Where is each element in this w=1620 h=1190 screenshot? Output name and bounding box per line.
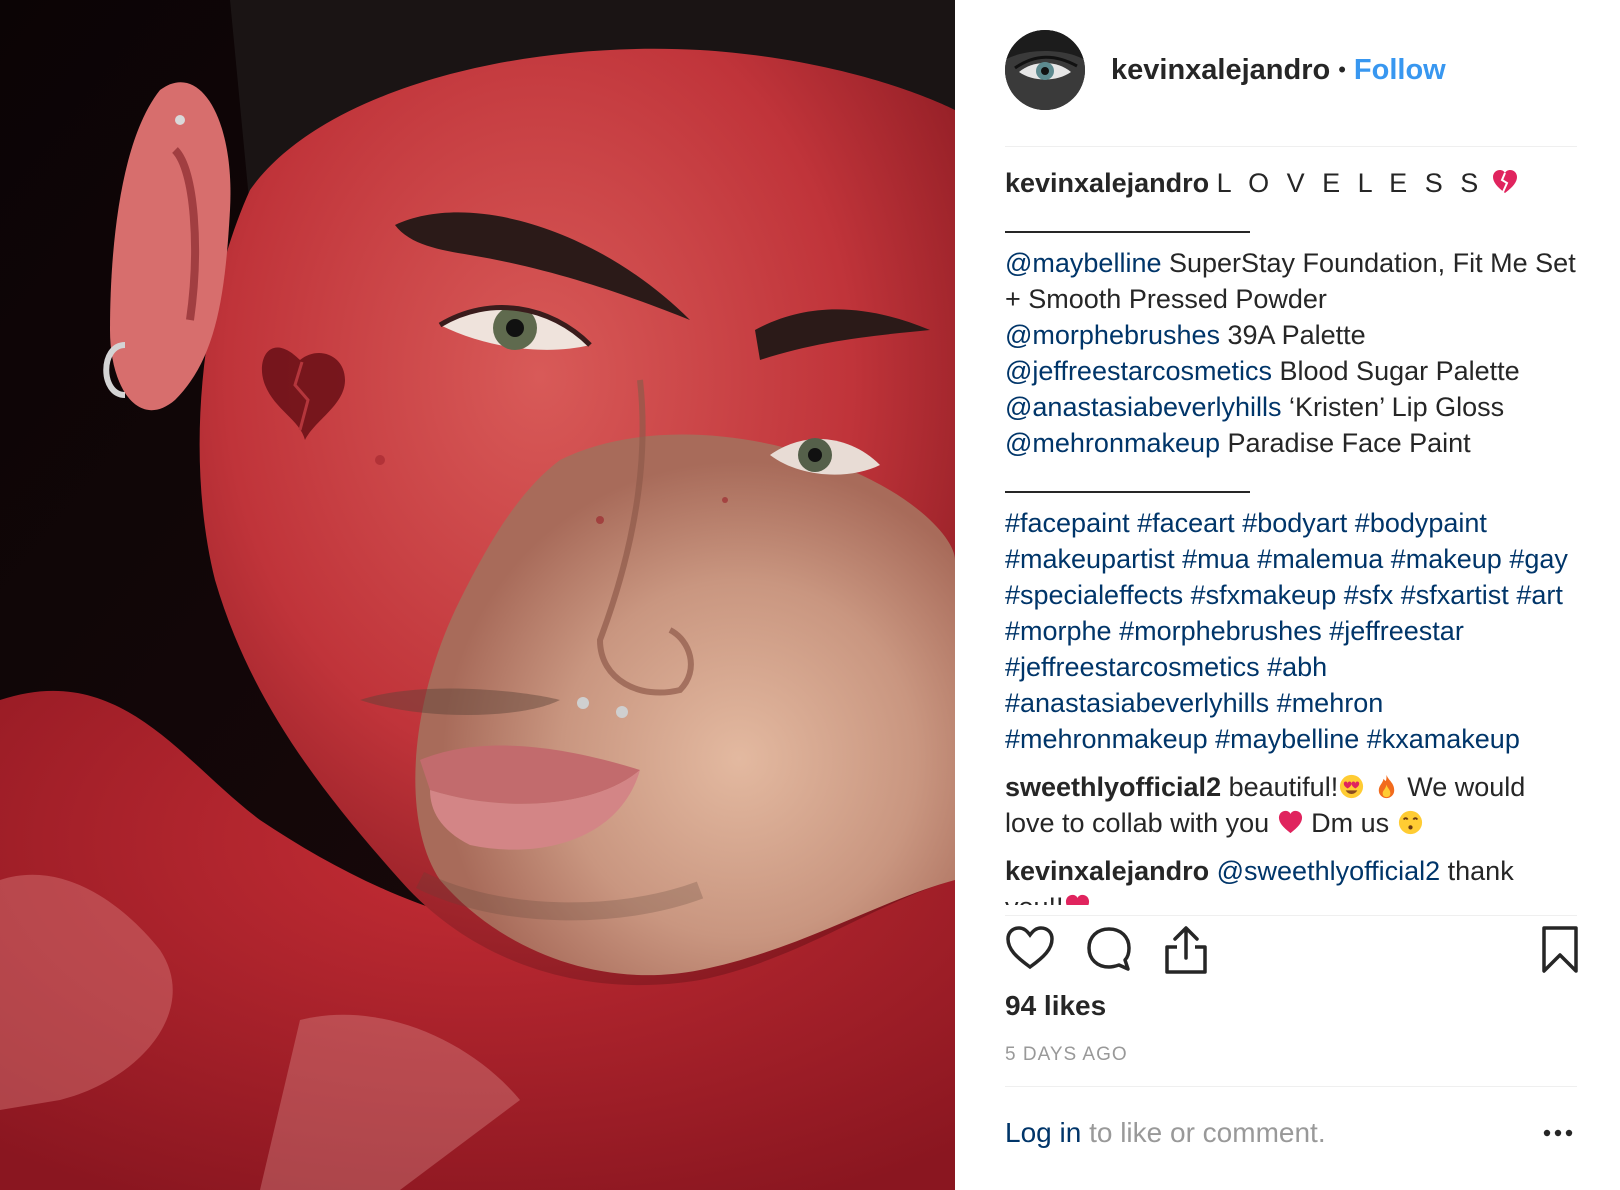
comment-text: Dm us bbox=[1303, 808, 1397, 838]
hashtag-link[interactable]: #jeffreestar bbox=[1329, 616, 1464, 646]
product-text: Blood Sugar Palette bbox=[1272, 356, 1520, 386]
product-text: ‘Kristen’ Lip Gloss bbox=[1281, 392, 1505, 422]
hashtag-link[interactable]: #malemua bbox=[1257, 544, 1383, 574]
product-line: @morphebrushes 39A Palette bbox=[1005, 317, 1577, 353]
comment: kevinxalejandro @sweethlyofficial2 thank… bbox=[1005, 853, 1577, 905]
header-username[interactable]: kevinxalejandro bbox=[1111, 54, 1330, 87]
comment: sweethlyofficial2 beautiful! We would lo… bbox=[1005, 769, 1577, 841]
caption-divider bbox=[1005, 491, 1250, 493]
mention-link[interactable]: @morphebrushes bbox=[1005, 320, 1220, 350]
hashtag-link[interactable]: #bodyart bbox=[1242, 508, 1347, 538]
hashtag-list: #facepaint #faceart #bodyart #bodypaint … bbox=[1005, 505, 1577, 757]
hashtag-link[interactable]: #sfx bbox=[1344, 580, 1394, 610]
comment-text: beautiful! bbox=[1228, 772, 1339, 802]
hashtag-link[interactable]: #art bbox=[1516, 580, 1563, 610]
action-bar bbox=[1005, 925, 1579, 981]
hashtag-link[interactable]: #specialeffects bbox=[1005, 580, 1183, 610]
hashtag-link[interactable]: #maybelline bbox=[1215, 724, 1359, 754]
avatar-image bbox=[1005, 30, 1085, 110]
hashtag-link[interactable]: #jeffreestarcosmetics bbox=[1005, 652, 1260, 682]
hashtag-link[interactable]: #morphebrushes bbox=[1119, 616, 1322, 646]
footer-divider bbox=[1005, 1086, 1577, 1087]
hashtag-link[interactable]: #sfxartist bbox=[1401, 580, 1509, 610]
header-separator: • bbox=[1338, 57, 1346, 82]
bookmark-icon[interactable] bbox=[1541, 925, 1579, 975]
portrait-illustration bbox=[0, 0, 955, 1190]
comment-username[interactable]: kevinxalejandro bbox=[1005, 856, 1209, 886]
comment-icon[interactable] bbox=[1085, 925, 1133, 973]
comment-username[interactable]: sweethlyofficial2 bbox=[1005, 772, 1221, 802]
share-icon[interactable] bbox=[1163, 925, 1209, 975]
hashtag-link[interactable]: #gay bbox=[1509, 544, 1568, 574]
heart-icon[interactable] bbox=[1005, 925, 1055, 971]
product-line: @maybelline SuperStay Foundation, Fit Me… bbox=[1005, 245, 1577, 317]
hashtag-link[interactable]: #makeup bbox=[1391, 544, 1502, 574]
header-divider bbox=[1005, 146, 1577, 147]
product-line: @jeffreestarcosmetics Blood Sugar Palett… bbox=[1005, 353, 1577, 389]
hashtag-link[interactable]: #anastasiabeverlyhills bbox=[1005, 688, 1269, 718]
mention-link[interactable]: @maybelline bbox=[1005, 248, 1161, 278]
caption-username[interactable]: kevinxalejandro bbox=[1005, 168, 1209, 198]
caption-title-line: kevinxalejandro L O V E L E S S bbox=[1005, 165, 1577, 201]
product-text: 39A Palette bbox=[1220, 320, 1366, 350]
instagram-post: kevinxalejandro • Follow kevinxalejandro… bbox=[0, 0, 1620, 1190]
post-photo[interactable] bbox=[0, 0, 955, 1190]
login-link[interactable]: Log in bbox=[1005, 1117, 1081, 1148]
login-prompt: Log in to like or comment. bbox=[1005, 1117, 1326, 1149]
likes-count[interactable]: 94 likes bbox=[1005, 990, 1106, 1022]
mention-link[interactable]: @jeffreestarcosmetics bbox=[1005, 356, 1272, 386]
fire-icon bbox=[1378, 774, 1394, 799]
more-options-icon[interactable] bbox=[1543, 1128, 1573, 1138]
heart-eyes-emoji-icon bbox=[1340, 774, 1364, 799]
post-header: kevinxalejandro • Follow bbox=[1005, 30, 1575, 110]
hashtag-link[interactable]: #bodypaint bbox=[1355, 508, 1487, 538]
hashtag-link[interactable]: #facepaint bbox=[1005, 508, 1130, 538]
comments-section: kevinxalejandro L O V E L E S S @maybell… bbox=[1005, 165, 1577, 905]
post-timestamp[interactable]: 5 DAYS AGO bbox=[1005, 1044, 1128, 1066]
comments-divider bbox=[1005, 915, 1577, 916]
hashtag-link[interactable]: #makeupartist bbox=[1005, 544, 1175, 574]
hashtag-link[interactable]: #abh bbox=[1267, 652, 1327, 682]
caption-divider bbox=[1005, 231, 1250, 233]
avatar[interactable] bbox=[1005, 30, 1085, 110]
hashtag-link[interactable]: #kxamakeup bbox=[1367, 724, 1520, 754]
hashtag-link[interactable]: #morphe bbox=[1005, 616, 1112, 646]
mention-link[interactable]: @sweethlyofficial2 bbox=[1217, 856, 1441, 886]
kissing-face-emoji-icon bbox=[1398, 810, 1422, 835]
post-sidebar: kevinxalejandro • Follow kevinxalejandro… bbox=[955, 0, 1620, 1190]
hashtag-link[interactable]: #mehron bbox=[1277, 688, 1384, 718]
follow-button[interactable]: Follow bbox=[1354, 54, 1446, 87]
red-heart-icon bbox=[1278, 810, 1302, 834]
hashtag-link[interactable]: #mua bbox=[1182, 544, 1250, 574]
mention-link[interactable]: @anastasiabeverlyhills bbox=[1005, 392, 1282, 422]
hashtag-link[interactable]: #sfxmakeup bbox=[1191, 580, 1337, 610]
hashtag-link[interactable]: #faceart bbox=[1137, 508, 1235, 538]
mention-link[interactable]: @mehronmakeup bbox=[1005, 428, 1220, 458]
product-line: @anastasiabeverlyhills ‘Kristen’ Lip Glo… bbox=[1005, 389, 1577, 425]
product-line: @mehronmakeup Paradise Face Paint bbox=[1005, 425, 1577, 461]
caption-title: L O V E L E S S bbox=[1216, 168, 1484, 198]
red-heart-icon bbox=[1065, 894, 1089, 905]
login-prompt-text: to like or comment. bbox=[1081, 1117, 1326, 1148]
hashtag-link[interactable]: #mehronmakeup bbox=[1005, 724, 1208, 754]
product-text: Paradise Face Paint bbox=[1220, 428, 1471, 458]
broken-heart-icon bbox=[1492, 170, 1517, 193]
